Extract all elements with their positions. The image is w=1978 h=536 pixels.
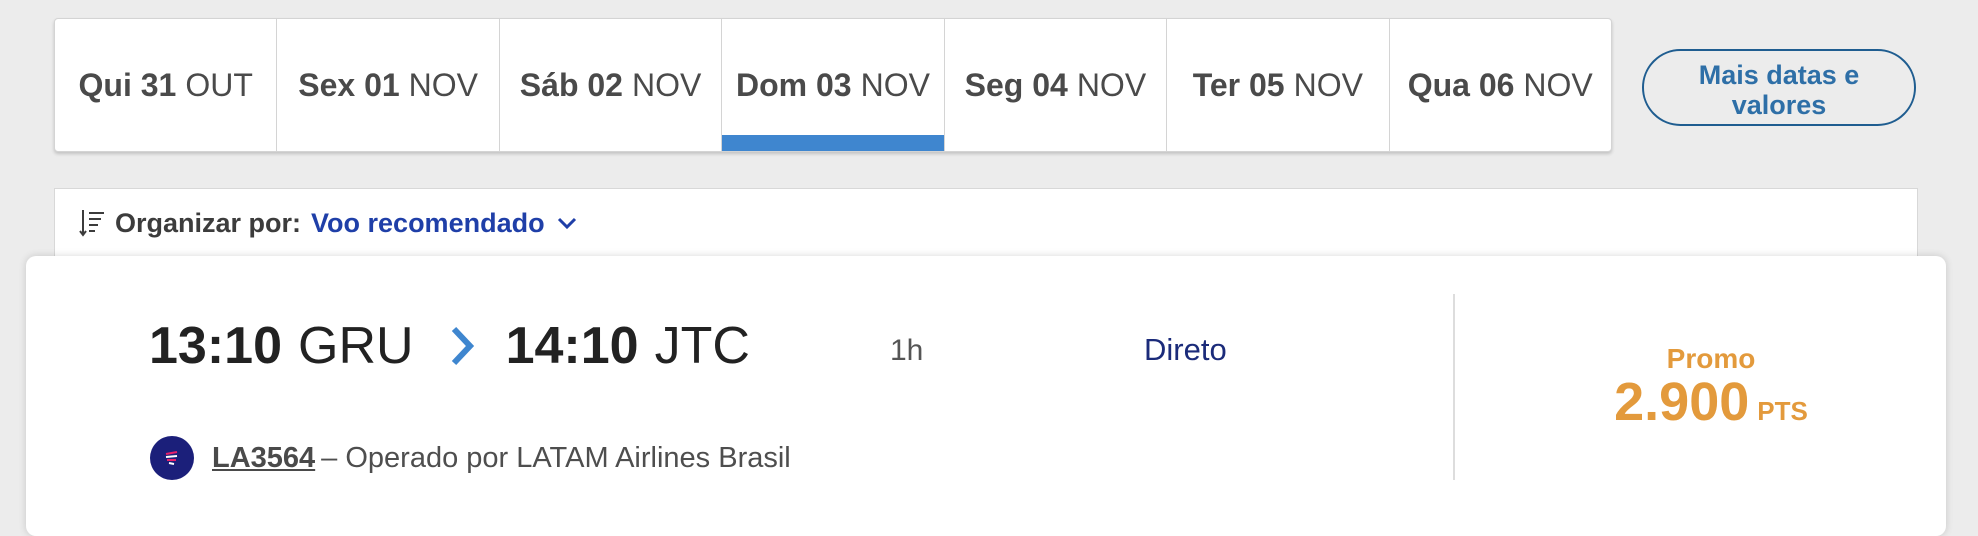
date-tab-ter-05[interactable]: Ter 05 NOV — [1167, 19, 1390, 151]
date-tab-month: NOV — [1523, 66, 1593, 103]
date-tab-qua-06[interactable]: Qua 06 NOV — [1390, 19, 1611, 151]
sort-dropdown[interactable]: Voo recomendado — [311, 208, 577, 239]
flight-number-link[interactable]: LA3564 — [212, 442, 315, 475]
promo-label: Promo — [1666, 343, 1756, 374]
date-tab-sab-02[interactable]: Sáb 02 NOV — [500, 19, 723, 151]
date-tab-dom-03[interactable]: Dom 03 NOV — [722, 19, 945, 151]
date-tab-day: Dom 03 — [736, 66, 852, 103]
price-amount: 2.900 — [1614, 372, 1750, 432]
date-tab-day: Sáb 02 — [519, 66, 623, 103]
flight-stops: Direto — [1144, 332, 1227, 367]
operated-by-text: – Operado por LATAM Airlines Brasil — [321, 441, 791, 474]
date-selector: Qui 31 OUT Sex 01 NOV Sáb 02 NOV Dom 03 … — [54, 18, 1612, 152]
latam-logo-icon — [165, 451, 178, 465]
date-tab-month: OUT — [185, 66, 253, 103]
date-tab-day: Seg 04 — [964, 66, 1068, 103]
date-tab-month: NOV — [1293, 66, 1363, 103]
date-tab-day: Qui 31 — [78, 66, 177, 103]
date-tab-qui-31[interactable]: Qui 31 OUT — [55, 19, 278, 151]
arrival-airport: JTC — [654, 317, 750, 375]
departure-time: 13:10 — [149, 317, 282, 375]
date-tab-sex-01[interactable]: Sex 01 NOV — [277, 19, 500, 151]
card-divider — [1453, 294, 1455, 480]
flight-card[interactable]: 13:10 GRU 14:10 JTC 1h Direto Promo 2.90… — [26, 256, 1946, 536]
date-tab-day: Ter 05 — [1192, 66, 1285, 103]
flight-info: LA3564 – Operado por LATAM Airlines Bras… — [150, 436, 791, 480]
date-tab-seg-04[interactable]: Seg 04 NOV — [945, 19, 1168, 151]
arrival-time: 14:10 — [505, 317, 639, 375]
sort-bar: Organizar por: Voo recomendado — [54, 188, 1918, 258]
flight-duration: 1h — [890, 334, 924, 367]
more-dates-button[interactable]: Mais datas e valores — [1642, 49, 1916, 126]
airline-logo-icon — [150, 436, 194, 480]
price-value: 2.900 PTS — [1576, 374, 1846, 439]
chevron-right-icon — [451, 326, 474, 366]
chevron-down-icon — [557, 217, 576, 230]
date-tab-month: NOV — [631, 66, 702, 103]
date-tab-day: Sex 01 — [298, 66, 400, 103]
date-tab-month: NOV — [1076, 66, 1147, 103]
price-unit: PTS — [1757, 396, 1808, 426]
flight-route: 13:10 GRU 14:10 JTC — [149, 316, 750, 376]
sort-icon — [79, 210, 104, 237]
date-tab-month: NOV — [408, 66, 479, 103]
sort-label: Organizar por: — [115, 207, 302, 238]
date-tab-day: Qua 06 — [1407, 66, 1515, 103]
price-box[interactable]: Promo 2.900 PTS — [1576, 344, 1846, 439]
departure-airport: GRU — [298, 317, 414, 375]
date-tab-month: NOV — [860, 66, 930, 103]
sort-dropdown-value: Voo recomendado — [311, 207, 545, 238]
